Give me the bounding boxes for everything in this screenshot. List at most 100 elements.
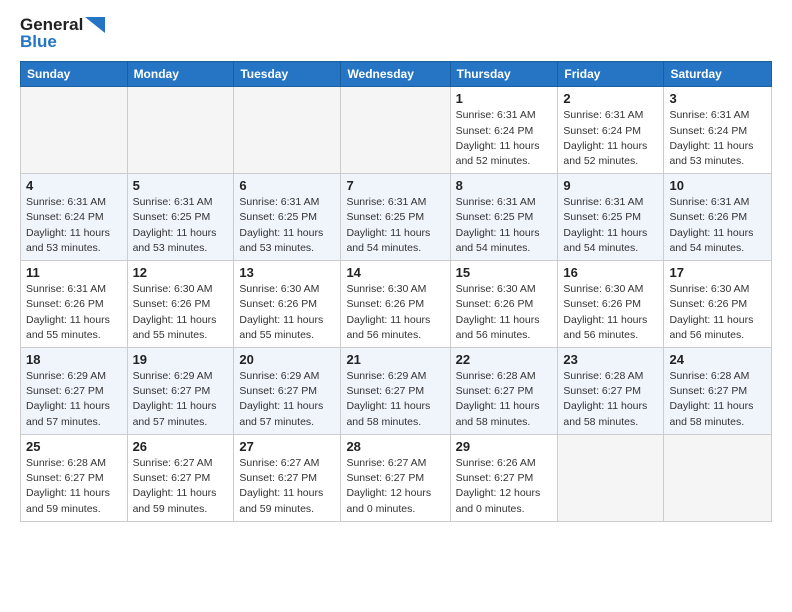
day-number: 23 (563, 352, 658, 367)
calendar-day-cell: 22 Sunrise: 6:28 AMSunset: 6:27 PMDayligh… (450, 348, 558, 435)
day-info: Sunrise: 6:29 AMSunset: 6:27 PMDaylight:… (133, 369, 229, 430)
day-number: 6 (239, 178, 335, 193)
calendar-week-row: 1 Sunrise: 6:31 AMSunset: 6:24 PMDaylight… (21, 87, 772, 174)
calendar-day-cell: 21 Sunrise: 6:29 AMSunset: 6:27 PMDayligh… (341, 348, 450, 435)
calendar-day-cell: 10 Sunrise: 6:31 AMSunset: 6:26 PMDayligh… (664, 174, 772, 261)
calendar-day-cell: 1 Sunrise: 6:31 AMSunset: 6:24 PMDaylight… (450, 87, 558, 174)
calendar-day-cell (21, 87, 128, 174)
calendar-day-cell: 25Sunrise: 6:28 AMSunset: 6:27 PMDayligh… (21, 434, 128, 521)
day-info: Sunrise: 6:30 AMSunset: 6:26 PMDaylight:… (346, 282, 444, 343)
day-number: 26 (133, 439, 229, 454)
day-number: 3 (669, 91, 766, 106)
logo: General Blue (20, 16, 105, 51)
day-number: 17 (669, 265, 766, 280)
day-number: 8 (456, 178, 553, 193)
day-info: Sunrise: 6:31 AMSunset: 6:25 PMDaylight:… (239, 195, 335, 256)
calendar-day-cell: 3 Sunrise: 6:31 AMSunset: 6:24 PMDaylight… (664, 87, 772, 174)
day-number: 19 (133, 352, 229, 367)
day-number: 14 (346, 265, 444, 280)
calendar-day-cell: 13 Sunrise: 6:30 AMSunset: 6:26 PMDayligh… (234, 261, 341, 348)
day-of-week-header: Monday (127, 62, 234, 87)
calendar-day-cell: 28Sunrise: 6:27 AMSunset: 6:27 PMDayligh… (341, 434, 450, 521)
day-number: 29 (456, 439, 553, 454)
day-info: Sunrise: 6:31 AMSunset: 6:24 PMDaylight:… (456, 108, 553, 169)
calendar-day-cell: 2 Sunrise: 6:31 AMSunset: 6:24 PMDaylight… (558, 87, 664, 174)
day-info: Sunrise: 6:28 AMSunset: 6:27 PMDaylight:… (456, 369, 553, 430)
calendar-week-row: 11 Sunrise: 6:31 AMSunset: 6:26 PMDayligh… (21, 261, 772, 348)
day-number: 27 (239, 439, 335, 454)
day-number: 25 (26, 439, 122, 454)
day-of-week-header: Saturday (664, 62, 772, 87)
day-of-week-header: Friday (558, 62, 664, 87)
day-info: Sunrise: 6:26 AMSunset: 6:27 PMDaylight:… (456, 456, 553, 517)
calendar-day-cell: 18 Sunrise: 6:29 AMSunset: 6:27 PMDayligh… (21, 348, 128, 435)
calendar-header-row: SundayMondayTuesdayWednesdayThursdayFrid… (21, 62, 772, 87)
day-info: Sunrise: 6:31 AMSunset: 6:24 PMDaylight:… (669, 108, 766, 169)
calendar-day-cell (558, 434, 664, 521)
day-number: 16 (563, 265, 658, 280)
day-info: Sunrise: 6:31 AMSunset: 6:25 PMDaylight:… (346, 195, 444, 256)
calendar-week-row: 25Sunrise: 6:28 AMSunset: 6:27 PMDayligh… (21, 434, 772, 521)
day-info: Sunrise: 6:30 AMSunset: 6:26 PMDaylight:… (563, 282, 658, 343)
logo-blue: Blue (20, 33, 57, 52)
day-number: 1 (456, 91, 553, 106)
day-number: 11 (26, 265, 122, 280)
calendar-day-cell: 12 Sunrise: 6:30 AMSunset: 6:26 PMDayligh… (127, 261, 234, 348)
day-number: 18 (26, 352, 122, 367)
day-info: Sunrise: 6:31 AMSunset: 6:24 PMDaylight:… (26, 195, 122, 256)
day-info: Sunrise: 6:31 AMSunset: 6:25 PMDaylight:… (133, 195, 229, 256)
day-info: Sunrise: 6:29 AMSunset: 6:27 PMDaylight:… (239, 369, 335, 430)
day-info: Sunrise: 6:31 AMSunset: 6:26 PMDaylight:… (26, 282, 122, 343)
day-number: 5 (133, 178, 229, 193)
day-number: 7 (346, 178, 444, 193)
day-info: Sunrise: 6:28 AMSunset: 6:27 PMDaylight:… (669, 369, 766, 430)
day-info: Sunrise: 6:31 AMSunset: 6:25 PMDaylight:… (456, 195, 553, 256)
day-info: Sunrise: 6:29 AMSunset: 6:27 PMDaylight:… (346, 369, 444, 430)
day-info: Sunrise: 6:30 AMSunset: 6:26 PMDaylight:… (133, 282, 229, 343)
day-of-week-header: Wednesday (341, 62, 450, 87)
calendar-day-cell: 7 Sunrise: 6:31 AMSunset: 6:25 PMDaylight… (341, 174, 450, 261)
calendar-day-cell: 29 Sunrise: 6:26 AMSunset: 6:27 PMDayligh… (450, 434, 558, 521)
day-number: 9 (563, 178, 658, 193)
calendar-day-cell: 17 Sunrise: 6:30 AMSunset: 6:26 PMDayligh… (664, 261, 772, 348)
day-of-week-header: Sunday (21, 62, 128, 87)
day-info: Sunrise: 6:31 AMSunset: 6:26 PMDaylight:… (669, 195, 766, 256)
day-info: Sunrise: 6:30 AMSunset: 6:26 PMDaylight:… (456, 282, 553, 343)
day-number: 15 (456, 265, 553, 280)
day-number: 20 (239, 352, 335, 367)
calendar-day-cell: 6 Sunrise: 6:31 AMSunset: 6:25 PMDaylight… (234, 174, 341, 261)
calendar-day-cell: 9 Sunrise: 6:31 AMSunset: 6:25 PMDaylight… (558, 174, 664, 261)
day-number: 22 (456, 352, 553, 367)
day-info: Sunrise: 6:30 AMSunset: 6:26 PMDaylight:… (669, 282, 766, 343)
calendar-day-cell: 14 Sunrise: 6:30 AMSunset: 6:26 PMDayligh… (341, 261, 450, 348)
calendar-day-cell: 26Sunrise: 6:27 AMSunset: 6:27 PMDayligh… (127, 434, 234, 521)
logo-text-block: General Blue (20, 16, 105, 51)
calendar-table: SundayMondayTuesdayWednesdayThursdayFrid… (20, 61, 772, 521)
day-number: 12 (133, 265, 229, 280)
calendar-day-cell: 5 Sunrise: 6:31 AMSunset: 6:25 PMDaylight… (127, 174, 234, 261)
day-info: Sunrise: 6:30 AMSunset: 6:26 PMDaylight:… (239, 282, 335, 343)
day-number: 13 (239, 265, 335, 280)
calendar-day-cell: 19 Sunrise: 6:29 AMSunset: 6:27 PMDayligh… (127, 348, 234, 435)
calendar-week-row: 4Sunrise: 6:31 AMSunset: 6:24 PMDaylight… (21, 174, 772, 261)
calendar-day-cell: 15 Sunrise: 6:30 AMSunset: 6:26 PMDayligh… (450, 261, 558, 348)
day-of-week-header: Tuesday (234, 62, 341, 87)
calendar-day-cell: 11 Sunrise: 6:31 AMSunset: 6:26 PMDayligh… (21, 261, 128, 348)
day-info: Sunrise: 6:31 AMSunset: 6:25 PMDaylight:… (563, 195, 658, 256)
page-header: General Blue (20, 16, 772, 51)
day-number: 10 (669, 178, 766, 193)
day-info: Sunrise: 6:29 AMSunset: 6:27 PMDaylight:… (26, 369, 122, 430)
day-number: 24 (669, 352, 766, 367)
calendar-day-cell (234, 87, 341, 174)
day-number: 21 (346, 352, 444, 367)
calendar-day-cell: 23 Sunrise: 6:28 AMSunset: 6:27 PMDayligh… (558, 348, 664, 435)
day-info: Sunrise: 6:27 AMSunset: 6:27 PMDaylight:… (346, 456, 444, 517)
calendar-day-cell (127, 87, 234, 174)
day-info: Sunrise: 6:28 AMSunset: 6:27 PMDaylight:… (563, 369, 658, 430)
calendar-day-cell (341, 87, 450, 174)
calendar-day-cell: 16 Sunrise: 6:30 AMSunset: 6:26 PMDayligh… (558, 261, 664, 348)
day-number: 2 (563, 91, 658, 106)
calendar-day-cell: 27Sunrise: 6:27 AMSunset: 6:27 PMDayligh… (234, 434, 341, 521)
logo-arrow-icon (85, 17, 105, 33)
day-info: Sunrise: 6:31 AMSunset: 6:24 PMDaylight:… (563, 108, 658, 169)
